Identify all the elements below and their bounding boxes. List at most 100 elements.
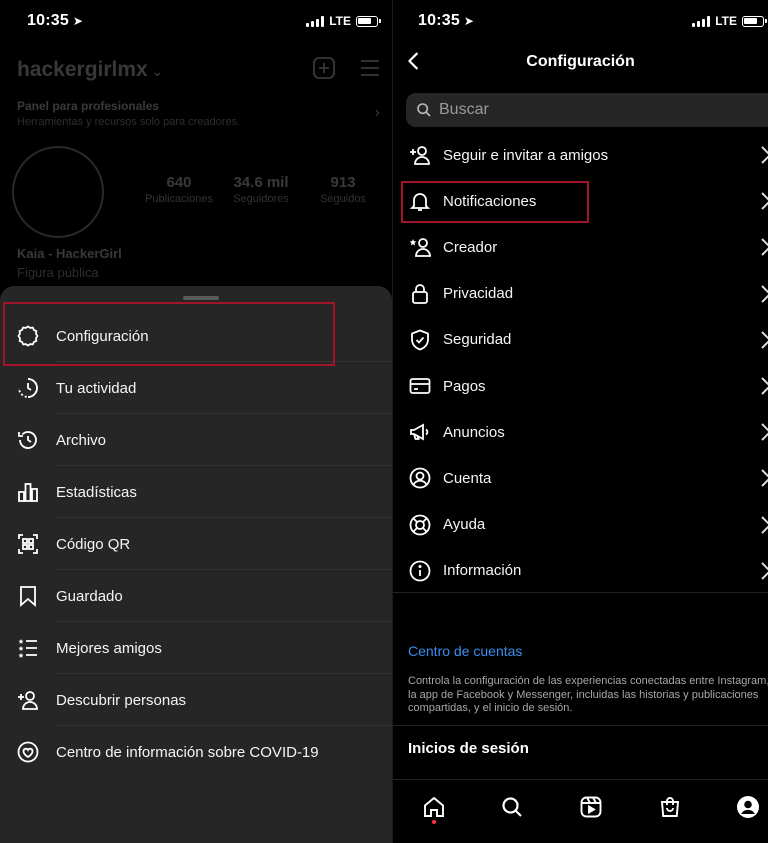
- search-placeholder: Buscar: [439, 101, 489, 118]
- sheet-item-label: Guardado: [56, 587, 123, 605]
- tab-search[interactable]: [499, 794, 525, 820]
- sheet-item-codigo-qr[interactable]: Código QR: [0, 518, 392, 570]
- profile-display-name: Kaia - HackerGirl: [17, 246, 122, 261]
- chevron-down-icon: ⌄: [151, 64, 163, 79]
- sheet-item-covid[interactable]: Centro de información sobre COVID-19: [0, 726, 392, 778]
- settings-item-privacidad[interactable]: Privacidad: [393, 271, 768, 317]
- gear-icon: [15, 323, 41, 349]
- settings-item-label: Ayuda: [443, 516, 486, 534]
- settings-list: Seguir e invitar a amigos Notificaciones…: [393, 132, 768, 594]
- settings-item-pagos[interactable]: Pagos: [393, 363, 768, 409]
- options-list: Configuración Tu actividad Archivo Estad…: [0, 310, 392, 778]
- pro-panel-title[interactable]: Panel para profesionales: [17, 99, 159, 113]
- shield-icon: [407, 327, 433, 353]
- chevron-right-icon: [761, 146, 768, 164]
- tab-profile[interactable]: [735, 794, 761, 820]
- accounts-center-description: Controla la configuración de las experie…: [408, 675, 768, 715]
- insights-icon: [15, 479, 41, 505]
- sheet-handle[interactable]: [183, 296, 219, 300]
- battery-icon: [356, 15, 381, 27]
- sheet-item-guardado[interactable]: Guardado: [0, 570, 392, 622]
- sheet-item-configuracion[interactable]: Configuración: [0, 310, 392, 362]
- search-icon: [417, 103, 431, 117]
- settings-item-label: Privacidad: [443, 285, 514, 303]
- bell-icon: [407, 188, 433, 214]
- sheet-item-label: Centro de información sobre COVID-19: [56, 743, 319, 761]
- stat-followers[interactable]: 34.6 mil Seguidores: [226, 174, 296, 205]
- add-person-icon: [15, 687, 41, 713]
- reels-icon: [580, 796, 602, 818]
- settings-item-label: Seguir e invitar a amigos: [443, 146, 609, 164]
- archive-icon: [15, 427, 41, 453]
- tab-home[interactable]: [421, 794, 447, 820]
- notification-dot: [432, 820, 436, 824]
- settings-item-label: Notificaciones: [443, 192, 537, 210]
- profile-stats: 640 Publicaciones 34.6 mil Seguidores 913 S…: [144, 174, 378, 205]
- page-title: Configuración: [526, 53, 635, 70]
- nav-bar: Configuración: [393, 42, 768, 86]
- settings-item-seguir-invitar[interactable]: Seguir e invitar a amigos: [393, 132, 768, 178]
- settings-item-label: Seguridad: [443, 331, 512, 349]
- chevron-right-icon: [761, 515, 768, 534]
- lifebuoy-icon: [407, 512, 433, 538]
- status-time: 10:35 ➤: [27, 12, 84, 29]
- sheet-item-mejores-amigos[interactable]: Mejores amigos: [0, 622, 392, 674]
- profile-username[interactable]: hackergirlmx ⌄: [17, 58, 163, 82]
- settings-item-notificaciones[interactable]: Notificaciones: [393, 178, 768, 224]
- status-time: 10:35 ➤: [418, 12, 475, 29]
- chevron-right-icon: [761, 238, 768, 257]
- settings-item-seguridad[interactable]: Seguridad: [393, 317, 768, 363]
- sheet-item-label: Estadísticas: [56, 483, 137, 501]
- chevron-right-icon: [761, 284, 768, 303]
- settings-item-label: Información: [443, 562, 522, 580]
- settings-item-creador[interactable]: Creador: [393, 224, 768, 270]
- chevron-right-icon: [761, 423, 768, 441]
- megaphone-icon: [407, 419, 433, 445]
- activity-icon: [15, 375, 41, 401]
- pro-panel-subtitle: Herramientas y recursos solo para creado…: [17, 116, 241, 128]
- close-friends-icon: [15, 635, 41, 661]
- search-icon: [502, 797, 522, 817]
- lock-icon: [407, 281, 433, 307]
- home-icon: [424, 796, 444, 817]
- sheet-item-archivo[interactable]: Archivo: [0, 414, 392, 466]
- stat-posts[interactable]: 640 Publicaciones: [144, 174, 214, 205]
- sheet-item-estadisticas[interactable]: Estadísticas: [0, 466, 392, 518]
- sheet-item-tu-actividad[interactable]: Tu actividad: [0, 362, 392, 414]
- profile-category: Figura pública: [17, 265, 99, 280]
- search-input[interactable]: Buscar: [406, 93, 768, 127]
- network-type: LTE: [715, 14, 737, 28]
- stat-following[interactable]: 913 Seguidos: [308, 174, 378, 205]
- chevron-right-icon: [761, 192, 768, 210]
- tab-reels[interactable]: [578, 794, 604, 820]
- profile-header: hackergirlmx ⌄ Panel para profesionales H…: [0, 42, 392, 302]
- settings-item-informacion[interactable]: Información: [393, 548, 768, 594]
- chevron-right-icon: [761, 377, 768, 395]
- settings-screen: 10:35 ➤ LTE Configuración Buscar Seguir e…: [393, 0, 768, 843]
- sheet-item-label: Descubrir personas: [56, 691, 187, 709]
- network-type: LTE: [329, 14, 351, 28]
- info-icon: [407, 558, 433, 584]
- settings-item-ayuda[interactable]: Ayuda: [393, 502, 768, 548]
- accounts-center-link[interactable]: Centro de cuentas: [408, 643, 522, 659]
- avatar[interactable]: [12, 146, 104, 238]
- settings-item-label: Cuenta: [443, 469, 492, 487]
- creator-icon: [407, 234, 433, 260]
- new-post-icon[interactable]: [312, 56, 336, 80]
- bookmark-icon: [15, 583, 41, 609]
- settings-item-label: Creador: [443, 238, 498, 256]
- covid-info-icon: [15, 739, 41, 765]
- settings-item-label: Pagos: [443, 377, 486, 395]
- sheet-item-descubrir-personas[interactable]: Descubrir personas: [0, 674, 392, 726]
- chevron-right-icon: ›: [374, 104, 380, 121]
- account-icon: [407, 465, 433, 491]
- menu-icon[interactable]: [358, 56, 382, 80]
- chevron-right-icon: [761, 331, 768, 349]
- logins-section-title: Inicios de sesión: [408, 740, 529, 757]
- tab-shop[interactable]: [657, 794, 683, 820]
- settings-item-anuncios[interactable]: Anuncios: [393, 409, 768, 455]
- settings-item-cuenta[interactable]: Cuenta: [393, 455, 768, 501]
- battery-icon: [742, 15, 767, 27]
- chevron-right-icon: [761, 469, 768, 488]
- signal-icon: [692, 15, 711, 27]
